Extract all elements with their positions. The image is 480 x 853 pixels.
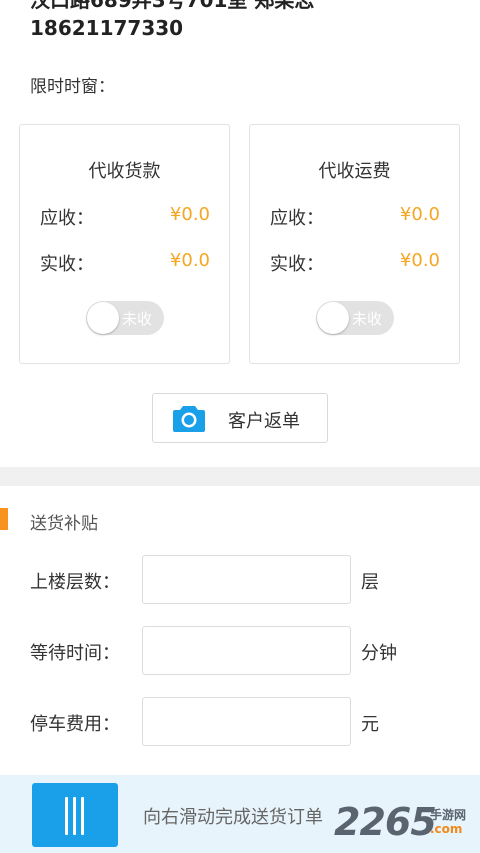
address-text: 汉口路689弄3号701室 郑某志 [30, 0, 315, 12]
parking-fee-unit: 元 [361, 714, 379, 735]
card-title: 代收运费 [318, 161, 391, 182]
customer-return-button[interactable]: 客户返单 [152, 393, 328, 443]
actual-value: ¥0.0 [169, 250, 210, 271]
floors-unit: 层 [361, 572, 379, 593]
actual-label: 实收： [270, 254, 324, 275]
parking-fee-label: 停车费用： [30, 714, 120, 735]
toggle-label: 未收 [352, 310, 383, 328]
slide-instruction-text: 向右滑动完成送货订单 [143, 807, 323, 828]
toggle-knob [317, 302, 349, 334]
camera-icon [173, 406, 205, 432]
section-marker [0, 508, 8, 530]
wait-time-unit: 分钟 [361, 643, 397, 664]
due-value: ¥0.0 [169, 204, 210, 225]
phone-number[interactable]: 18621177330 [30, 16, 183, 40]
actual-label: 实收： [40, 254, 94, 275]
cod-payment-card: 代收货款 应收： ¥0.0 实收： ¥0.0 未收 [19, 124, 230, 364]
collected-toggle[interactable]: 未收 [316, 301, 394, 335]
drag-handle-icon[interactable] [32, 783, 118, 847]
collected-toggle[interactable]: 未收 [86, 301, 164, 335]
due-value: ¥0.0 [399, 204, 440, 225]
watermark-logo: 2265 手游网 .com [334, 800, 480, 850]
watermark-domain: .com [430, 822, 463, 836]
wait-time-label: 等待时间： [30, 643, 120, 664]
watermark-site-name: 手游网 [430, 808, 467, 822]
actual-value: ¥0.0 [399, 250, 440, 271]
subsidy-section-title: 送货补贴 [30, 514, 98, 534]
time-window-label: 限时时窗： [30, 77, 115, 97]
toggle-label: 未收 [122, 310, 153, 328]
due-label: 应收： [40, 208, 94, 229]
floors-label: 上楼层数： [30, 572, 120, 593]
parking-fee-input[interactable] [142, 697, 351, 746]
cod-freight-card: 代收运费 应收： ¥0.0 实收： ¥0.0 未收 [249, 124, 460, 364]
floors-input[interactable] [142, 555, 351, 604]
watermark-number: 2265 [334, 800, 437, 844]
card-title: 代收货款 [88, 161, 161, 182]
wait-time-input[interactable] [142, 626, 351, 675]
due-label: 应收： [270, 208, 324, 229]
toggle-knob [87, 302, 119, 334]
return-button-label: 客户返单 [228, 411, 300, 432]
section-divider [0, 467, 480, 486]
